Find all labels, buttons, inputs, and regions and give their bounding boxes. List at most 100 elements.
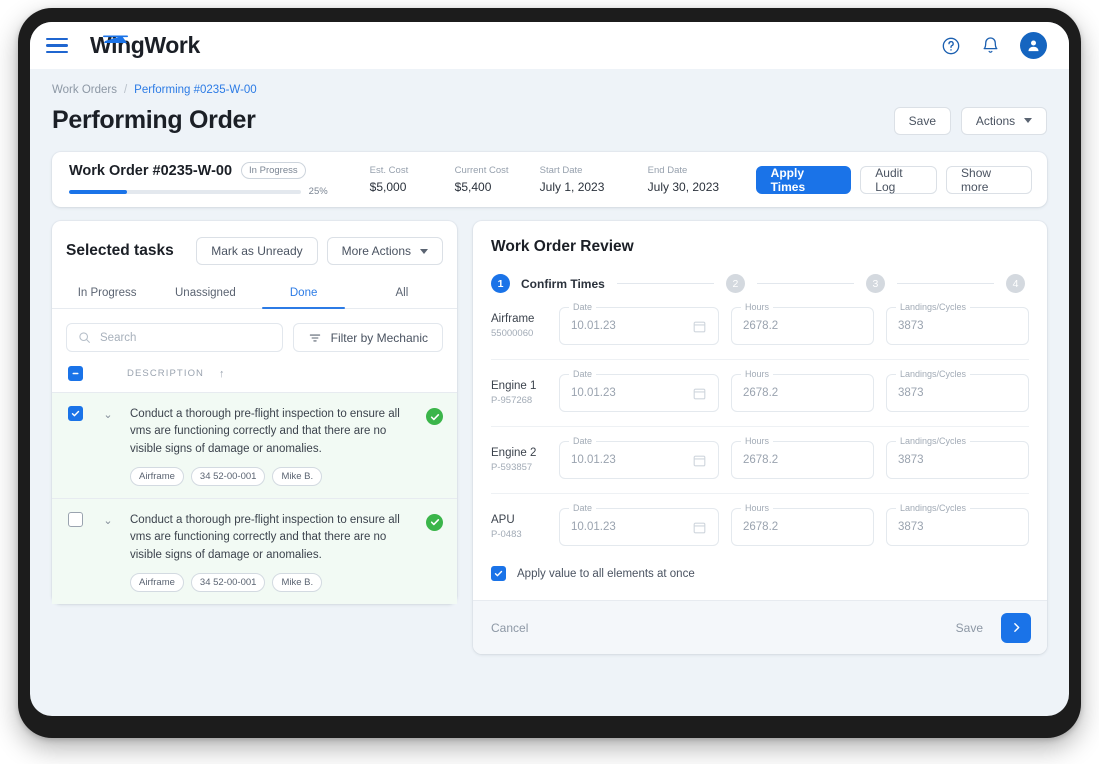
step-3-indicator[interactable]: 3 xyxy=(865,274,885,293)
table-row[interactable]: ⌄ Conduct a thorough pre-flight inspecti… xyxy=(52,392,457,498)
task-tags: Airframe 34 52-00-001 Mike B. xyxy=(130,573,416,592)
element-name: Airframe xyxy=(491,313,535,325)
tab-all[interactable]: All xyxy=(353,279,451,308)
apply-to-all-checkbox[interactable] xyxy=(491,566,506,581)
cycles-field-engine-1[interactable]: Landings/Cycles 3873 xyxy=(886,369,1029,412)
task-tag: 34 52-00-001 xyxy=(190,573,266,592)
check-icon xyxy=(71,410,80,417)
hamburger-menu-icon[interactable] xyxy=(46,37,68,54)
sort-ascending-icon[interactable]: ↑ xyxy=(219,368,225,380)
step-1-indicator[interactable]: 1 xyxy=(491,274,510,293)
review-stepper: 1 Confirm Times 2 3 4 xyxy=(473,256,1047,293)
hours-field-apu[interactable]: Hours 2678.2 xyxy=(731,503,874,546)
expand-row-chevron-down-icon[interactable]: ⌄ xyxy=(101,514,115,592)
task-tag: Airframe xyxy=(130,467,184,486)
work-order-number: Work Order #0235-W-00 xyxy=(69,162,233,179)
confirm-times-form: Airframe 55000060 Date 10.01.23 Hours 26… xyxy=(473,293,1047,560)
top-navigation-bar: WingWork xyxy=(30,22,1069,69)
hours-field-label: Hours xyxy=(741,503,774,513)
next-step-button[interactable] xyxy=(1001,612,1031,643)
cycles-field-value: 3873 xyxy=(898,320,924,332)
app-logo[interactable]: WingWork xyxy=(90,32,200,59)
date-field-label: Date xyxy=(569,436,597,446)
date-field-engine-2[interactable]: Date 10.01.23 xyxy=(559,436,719,479)
cycles-field-label: Landings/Cycles xyxy=(896,302,971,312)
row-checkbox[interactable] xyxy=(68,406,83,421)
cycles-field-engine-2[interactable]: Landings/Cycles 3873 xyxy=(886,436,1029,479)
breadcrumb-separator: / xyxy=(123,84,128,96)
cycles-field-apu[interactable]: Landings/Cycles 3873 xyxy=(886,503,1029,546)
user-avatar-icon[interactable] xyxy=(1020,32,1047,59)
cycles-field-value: 3873 xyxy=(898,387,924,399)
audit-log-button[interactable]: Audit Log xyxy=(860,165,938,194)
status-badge: In Progress xyxy=(241,161,306,180)
cycles-field-value: 3873 xyxy=(898,521,924,533)
footer-save-button[interactable]: Save xyxy=(956,621,983,635)
element-name: Engine 1 xyxy=(491,380,537,392)
apply-to-all-label: Apply value to all elements at once xyxy=(517,567,695,580)
breadcrumb-current[interactable]: Performing #0235-W-00 xyxy=(134,84,257,96)
step-connector xyxy=(616,283,714,284)
date-field-apu[interactable]: Date 10.01.23 xyxy=(559,503,719,546)
hours-field-engine-1[interactable]: Hours 2678.2 xyxy=(731,369,874,412)
nav-right-group xyxy=(940,32,1047,59)
hours-field-engine-2[interactable]: Hours 2678.2 xyxy=(731,436,874,479)
hours-field-value: 2678.2 xyxy=(743,521,779,533)
expand-row-chevron-down-icon[interactable]: ⌄ xyxy=(101,408,115,486)
cycles-field-airframe[interactable]: Landings/Cycles 3873 xyxy=(886,302,1029,345)
bell-icon[interactable] xyxy=(980,35,1001,56)
tablet-device-frame: WingWork Work Orders / Performing #0235-… xyxy=(18,8,1081,738)
step-2-indicator[interactable]: 2 xyxy=(725,274,745,293)
apply-all-row: Apply value to all elements at once xyxy=(473,560,1047,600)
date-field-engine-1[interactable]: Date 10.01.23 xyxy=(559,369,719,412)
column-header-description[interactable]: DESCRIPTION xyxy=(127,368,204,379)
hours-field-value: 2678.2 xyxy=(743,387,779,399)
table-row[interactable]: ⌄ Conduct a thorough pre-flight inspecti… xyxy=(52,497,457,604)
date-field-value: 10.01.23 xyxy=(571,454,616,466)
hours-field-label: Hours xyxy=(741,302,774,312)
cycles-field-value: 3873 xyxy=(898,454,924,466)
tab-done[interactable]: Done xyxy=(255,279,353,310)
step-4-indicator[interactable]: 4 xyxy=(1005,274,1025,293)
apply-times-button[interactable]: Apply Times xyxy=(755,165,852,194)
cancel-button[interactable]: Cancel xyxy=(491,621,528,635)
wing-swoosh-icon xyxy=(103,31,129,49)
element-serial: 55000060 xyxy=(491,328,534,339)
mark-as-unready-button[interactable]: Mark as Unready xyxy=(196,237,318,265)
task-tags: Airframe 34 52-00-001 Mike B. xyxy=(130,467,416,486)
show-more-button[interactable]: Show more xyxy=(946,165,1032,194)
select-all-checkbox[interactable] xyxy=(68,366,83,381)
row-checkbox[interactable] xyxy=(68,511,83,527)
search-input[interactable]: Search xyxy=(66,323,283,352)
filter-by-mechanic-button[interactable]: Filter by Mechanic xyxy=(292,323,443,352)
tab-in-progress[interactable]: In Progress xyxy=(58,279,156,308)
progress-percent-label: 25% xyxy=(308,186,328,198)
breadcrumb-root[interactable]: Work Orders xyxy=(52,84,117,96)
task-content: Conduct a thorough pre-flight inspection… xyxy=(130,512,416,592)
form-row-engine-2: Engine 2 P-593857 Date 10.01.23 Hours 26… xyxy=(491,427,1029,494)
element-identity: APU P-0483 xyxy=(491,514,559,540)
actions-dropdown-button[interactable]: Actions xyxy=(961,106,1047,135)
hours-field-label: Hours xyxy=(741,436,774,446)
calendar-icon[interactable] xyxy=(692,386,707,401)
task-tag: Mike B. xyxy=(272,467,323,486)
calendar-icon[interactable] xyxy=(692,520,707,535)
app-screen: WingWork Work Orders / Performing #0235-… xyxy=(30,22,1069,716)
filter-icon xyxy=(309,334,320,341)
page-title: Performing Order xyxy=(52,106,256,134)
form-row-apu: APU P-0483 Date 10.01.23 Hours 2678.2 La… xyxy=(491,494,1029,560)
calendar-icon[interactable] xyxy=(692,319,707,334)
task-content: Conduct a thorough pre-flight inspection… xyxy=(130,406,416,486)
save-button[interactable]: Save xyxy=(893,106,951,135)
metric-value: $5,400 xyxy=(454,180,492,194)
help-circle-icon[interactable] xyxy=(940,35,961,56)
calendar-icon[interactable] xyxy=(692,453,707,468)
more-actions-dropdown-button[interactable]: More Actions xyxy=(326,237,443,265)
tab-unassigned[interactable]: Unassigned xyxy=(156,279,254,308)
hours-field-airframe[interactable]: Hours 2678.2 xyxy=(731,302,874,345)
step-connector xyxy=(756,283,854,284)
step-1-label: Confirm Times xyxy=(521,276,605,291)
task-tag: 34 52-00-001 xyxy=(190,467,266,486)
date-field-label: Date xyxy=(569,503,597,513)
date-field-airframe[interactable]: Date 10.01.23 xyxy=(559,302,719,345)
